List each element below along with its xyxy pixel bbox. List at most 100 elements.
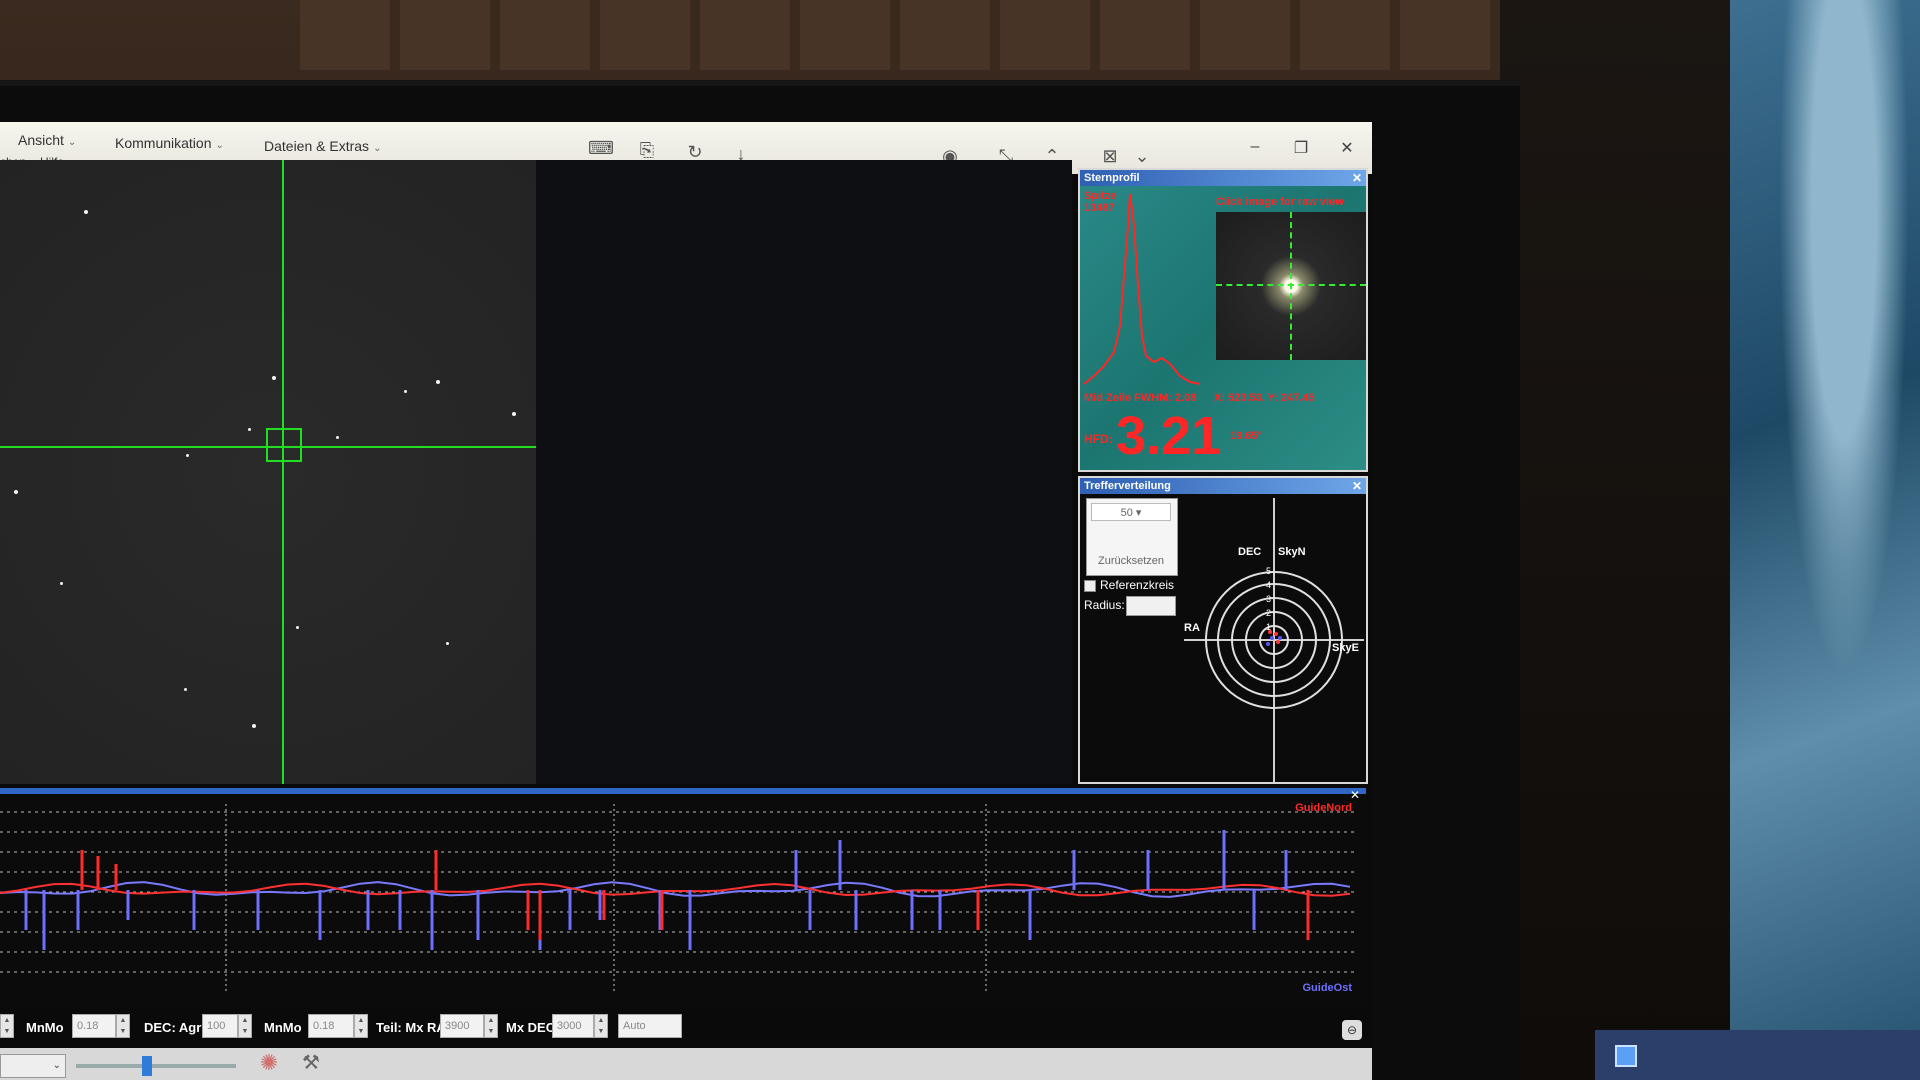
mode-select[interactable]: Auto [618, 1014, 682, 1038]
brain-icon[interactable]: ✺ [254, 1050, 284, 1080]
status-strip: ⌄ ✺ ⚒ [0, 1048, 1372, 1080]
chevron-down-icon[interactable]: ⌄ [1128, 142, 1156, 170]
profile-curve [1083, 193, 1201, 385]
star [436, 380, 440, 384]
star [60, 582, 63, 585]
star [296, 626, 299, 629]
dec-agr-label: DEC: Agr [144, 1020, 202, 1035]
star [252, 724, 256, 728]
secondary-monitor [1730, 0, 1920, 1030]
star [404, 390, 407, 393]
axis-skyn: SkyN [1278, 546, 1306, 558]
guide-controls: ▲ ▼ MnMo 0.18 ▲ ▼ DEC: Agr 100 ▲ ▼ MnMo 0.1… [0, 1008, 1372, 1048]
mx-dec-input[interactable]: 3000 [552, 1014, 594, 1038]
guide-graph-panel: ✕ GuideNord GuideOst [0, 788, 1366, 1006]
mnmo2-label: MnMo [264, 1020, 302, 1035]
mnmo-spinner[interactable]: ▲ ▼ [116, 1014, 130, 1038]
hfd-value: 3.21 [1116, 406, 1222, 466]
star [14, 490, 18, 494]
mx-ra-input[interactable]: 3900 [440, 1014, 484, 1038]
radius-input[interactable] [1126, 596, 1176, 616]
profile-select[interactable]: ⌄ [0, 1054, 66, 1078]
star [336, 436, 339, 439]
star [184, 688, 187, 691]
menu-communication[interactable]: Kommunikation ⌄ [115, 135, 224, 151]
secondary-taskbar [1595, 1030, 1920, 1080]
chevron-down-icon: ⌄ [373, 143, 382, 154]
guide-graph [0, 804, 1356, 994]
centroid-coords: X: 523.53, Y: 247.45 [1214, 392, 1315, 404]
ring-label: 2 [1266, 608, 1272, 618]
star [248, 428, 251, 431]
chevron-down-icon: ⌄ [67, 137, 77, 148]
star [186, 454, 189, 457]
menu-view[interactable]: Ansicht ⌄ [18, 132, 76, 148]
chevron-down-icon: ⌄ [215, 140, 224, 151]
close-icon[interactable]: ✕ [1350, 788, 1360, 802]
shelf-background [300, 0, 1500, 70]
star [84, 210, 88, 214]
spinner[interactable]: ▲ ▼ [0, 1014, 14, 1038]
wall-background [1500, 0, 1730, 1080]
mnmo-input[interactable]: 0.18 [72, 1014, 116, 1038]
exposure-slider-track[interactable] [76, 1064, 236, 1068]
close-icon[interactable]: ✕ [1352, 170, 1362, 186]
disconnect-icon[interactable]: ⊠ [1096, 142, 1124, 170]
panel-title: Sternprofil ✕ [1080, 170, 1366, 186]
mini-crosshair-vertical [1290, 212, 1292, 360]
legend-guide-east: GuideOst [1302, 982, 1352, 994]
star [512, 412, 516, 416]
tools-icon[interactable]: ⚒ [296, 1050, 326, 1080]
minimize-button[interactable]: – [1240, 138, 1270, 156]
star-image[interactable] [0, 160, 536, 784]
panel-title: Trefferverteilung ✕ [1080, 478, 1366, 494]
axis-dec: DEC [1238, 546, 1262, 558]
guide-star-box [266, 428, 302, 462]
dec-agr-spinner[interactable]: ▲ ▼ [238, 1014, 252, 1038]
maximize-button[interactable]: ❐ [1286, 138, 1316, 158]
hit-distribution-panel: Trefferverteilung ✕ 50 ▾ Zurücksetzen Ref… [1078, 476, 1368, 784]
monitor: Ansicht ⌄ Kommunikation ⌄ Dateien & Extras… [0, 80, 1520, 1080]
mx-dec-label: Mx DEC [506, 1020, 556, 1035]
mx-dec-spinner[interactable]: ▲ ▼ [594, 1014, 608, 1038]
mnmo2-input[interactable]: 0.18 [308, 1014, 354, 1038]
star-profile-panel: Sternprofil ✕ Spitze 13487 Click image fo… [1078, 168, 1368, 472]
radius-label: Radius: [1084, 598, 1125, 612]
ref-circle-checkbox[interactable] [1084, 580, 1096, 592]
menu-files-extras[interactable]: Dateien & Extras ⌄ [264, 138, 381, 154]
ring-label: 4 [1266, 580, 1272, 590]
legend-guide-north: GuideNord [1295, 802, 1352, 814]
app-window: Ansicht ⌄ Kommunikation ⌄ Dateien & Extras… [0, 122, 1372, 1080]
image-background [536, 160, 1072, 784]
controls-box: 50 ▾ Zurücksetzen [1086, 498, 1178, 576]
dec-agr-input[interactable]: 100 [202, 1014, 238, 1038]
reset-button[interactable]: Zurücksetzen [1091, 555, 1171, 567]
close-icon[interactable]: ✕ [1352, 478, 1362, 494]
star [446, 642, 449, 645]
target-plot [1184, 498, 1364, 782]
ring-label: 3 [1266, 594, 1272, 604]
close-button[interactable]: ✕ [1332, 138, 1362, 158]
mx-ra-label: Teil: Mx RA [376, 1020, 446, 1035]
mnmo-label: MnMo [26, 1020, 64, 1035]
windows-start-icon[interactable] [1615, 1045, 1637, 1067]
hfd-label: HFD: [1084, 432, 1113, 446]
ref-circle-label: Referenzkreis [1100, 578, 1175, 592]
mnmo2-spinner[interactable]: ▲ ▼ [354, 1014, 368, 1038]
axis-ra: RA [1184, 622, 1200, 634]
keyboard-icon[interactable]: ⌨ [587, 134, 615, 162]
mini-crosshair-horizontal [1216, 284, 1366, 286]
count-select[interactable]: 50 ▾ [1091, 503, 1171, 521]
ring-label: 5 [1266, 566, 1272, 576]
exposure-slider-thumb[interactable] [142, 1056, 152, 1076]
ring-label: 1 [1266, 622, 1272, 632]
axis-skye: SkyE [1332, 642, 1359, 654]
mx-ra-spinner[interactable]: ▲ ▼ [484, 1014, 498, 1038]
hfd-arcsec: 19.65" [1230, 430, 1263, 442]
expand-icon[interactable]: ⊖ [1342, 1020, 1362, 1040]
crosshair-vertical [282, 160, 284, 784]
raw-star-view[interactable] [1216, 212, 1366, 360]
fwhm-text: Mid Zeile FWHM: 2.08 [1084, 392, 1197, 404]
raw-view-hint: Click image for raw view [1216, 196, 1344, 208]
star [272, 376, 276, 380]
